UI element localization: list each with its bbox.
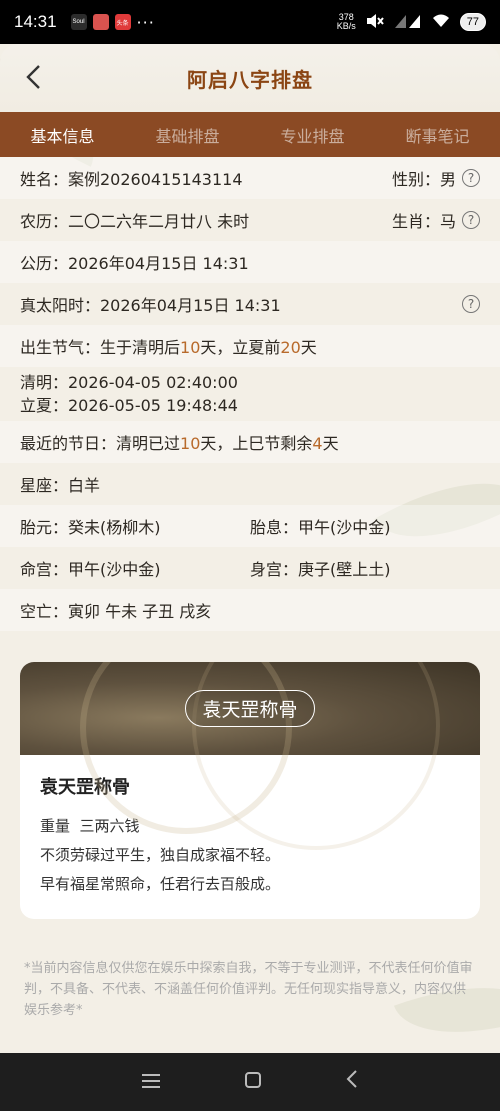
solar-term-mid: 天，立夏前 [200, 338, 281, 357]
festival-passed-days: 10 [180, 434, 201, 453]
poem-line-2: 早有福星常照命，任君行去百般成。 [40, 875, 281, 893]
festival-suffix: 天 [322, 434, 339, 453]
row-kongwang: 空亡：寅卯 午未 子丑 戌亥 [0, 589, 500, 631]
festival-remaining-days: 4 [312, 434, 323, 453]
battery-indicator: 77 [459, 13, 486, 31]
poem-line-1: 不须劳碌过平生，独自成家福不轻。 [40, 846, 281, 864]
taixi-value: 胎息：甲午(沙中金) [250, 518, 391, 537]
signal-icon [394, 13, 422, 32]
solar-term-prefix: 出生节气：生于清明后 [20, 338, 181, 357]
solar-term-after-days: 10 [180, 338, 201, 357]
row-taiyuan: 胎元：癸未(杨柳木) 胎息：甲午(沙中金) [0, 505, 500, 547]
constellation-value: 星座：白羊 [20, 476, 101, 495]
wifi-icon [432, 14, 450, 31]
zodiac-value: 生肖：马 [391, 212, 456, 231]
gender-value: 性别：男 [391, 170, 456, 189]
tab-basic-info[interactable]: 基本信息 [0, 123, 125, 147]
festival-value: 最近的节日：清明已过10天，上巳节剩余4天 [20, 430, 339, 454]
page-title: 阿启八字排盘 [187, 67, 313, 92]
status-time: 14:31 [14, 12, 57, 31]
true-solar-value: 真太阳时：2026年04月15日 14:31 [20, 296, 281, 315]
kongwang-value: 空亡：寅卯 午未 子丑 戌亥 [20, 602, 212, 621]
solar-term-value: 出生节气：生于清明后10天，立夏前20天 [20, 334, 317, 358]
row-term-dates: 清明：2026-04-05 02:40:00 立夏：2026-05-05 19:… [0, 367, 500, 421]
menu-icon[interactable] [141, 1070, 161, 1095]
minggong-value: 命宫：甲午(沙中金) [20, 560, 161, 579]
festival-prefix: 最近的节日：清明已过 [20, 434, 181, 453]
row-festival: 最近的节日：清明已过10天，上巳节剩余4天 [0, 421, 500, 463]
tab-basic-chart[interactable]: 基础排盘 [125, 123, 250, 147]
solar-term-suffix: 天 [300, 338, 317, 357]
game-app-icon [92, 14, 109, 30]
solar-term-before-days: 20 [280, 338, 301, 357]
help-icon[interactable]: ? [462, 169, 480, 187]
row-constellation: 星座：白羊 [0, 463, 500, 505]
more-notifications-icon: ··· [136, 12, 155, 32]
info-list: 姓名：案例20260415143114 性别：男 ? 农历：二〇二六年二月廿八 … [0, 157, 500, 631]
home-icon[interactable] [244, 1070, 262, 1095]
shengong-value: 身宫：庚子(壁上土) [250, 560, 391, 579]
status-bar: 14:31 Soul 头条 ··· 378 KB/s 77 [0, 0, 500, 44]
help-icon[interactable]: ? [462, 211, 480, 229]
festival-mid: 天，上巳节剩余 [200, 434, 313, 453]
row-minggong: 命宫：甲午(沙中金) 身宫：庚子(壁上土) [0, 547, 500, 589]
app-header: 阿启八字排盘 [0, 44, 500, 112]
soul-app-icon: Soul [70, 14, 87, 30]
row-lunar: 农历：二〇二六年二月廿八 未时 生肖：马 ? [0, 199, 500, 241]
system-nav-bar [0, 1053, 500, 1111]
help-icon[interactable]: ? [462, 295, 480, 313]
bone-weight-card[interactable]: 袁天罡称骨 袁天罡称骨 重量 三两六钱 不须劳碌过平生，独自成家福不轻。 早有福… [20, 662, 480, 919]
taiyuan-value: 胎元：癸未(杨柳木) [20, 518, 161, 537]
row-true-solar: 真太阳时：2026年04月15日 14:31 ? [0, 283, 500, 325]
toutiao-app-icon: 头条 [114, 14, 131, 30]
banner-label: 袁天罡称骨 [185, 690, 315, 727]
row-solar: 公历：2026年04月15日 14:31 [0, 241, 500, 283]
card-banner: 袁天罡称骨 [20, 662, 480, 850]
network-speed: 378 KB/s [336, 12, 356, 31]
row-solar-term: 出生节气：生于清明后10天，立夏前20天 [0, 325, 500, 367]
status-app-icons: Soul 头条 [70, 14, 131, 30]
mute-icon [366, 13, 384, 32]
back-arrow-icon[interactable] [24, 64, 48, 92]
tab-bar: 基本信息 基础排盘 专业排盘 断事笔记 [0, 112, 500, 157]
tab-notes[interactable]: 断事笔记 [375, 123, 500, 147]
back-icon[interactable] [345, 1069, 359, 1095]
qingming-date: 清明：2026-04-05 02:40:00 [20, 373, 238, 392]
row-name: 姓名：案例20260415143114 性别：男 ? [0, 157, 500, 199]
disclaimer-text: *当前内容信息仅供您在娱乐中探索自我，不等于专业测评，不代表任何价值审判，不具备… [24, 961, 473, 1018]
lunar-value: 农历：二〇二六年二月廿八 未时 [20, 212, 250, 231]
tab-pro-chart[interactable]: 专业排盘 [250, 123, 375, 147]
lixia-date: 立夏：2026-05-05 19:48:44 [20, 396, 238, 415]
name-value: 姓名：案例20260415143114 [20, 170, 243, 189]
solar-value: 公历：2026年04月15日 14:31 [20, 254, 249, 273]
